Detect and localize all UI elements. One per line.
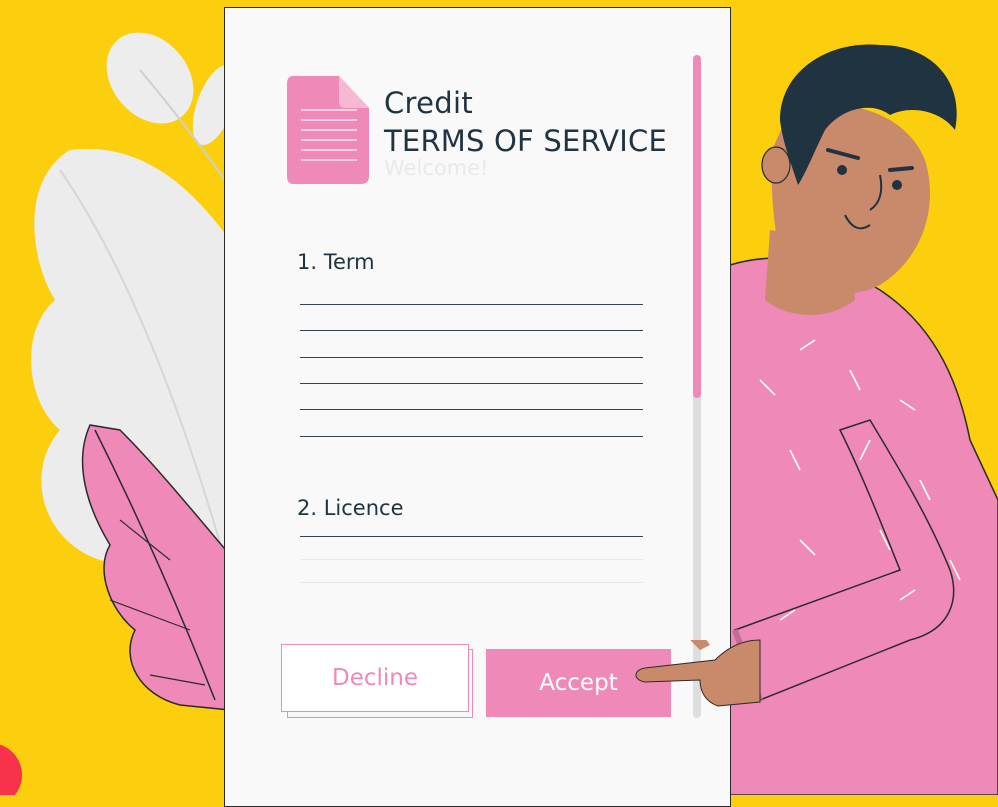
section-heading-licence: 2. Licence: [297, 496, 404, 520]
document-icon: [287, 76, 369, 184]
text-line: [300, 582, 643, 583]
red-blob: [0, 743, 22, 795]
small-white-leaves: [89, 15, 247, 150]
text-line: [300, 536, 643, 537]
text-line: [300, 409, 643, 410]
text-line: [300, 357, 643, 358]
scrollbar-thumb[interactable]: [693, 55, 701, 398]
text-line: [300, 383, 643, 384]
decline-button[interactable]: Decline: [281, 644, 469, 712]
text-line: [300, 304, 643, 305]
dialog-subtitle: Welcome!: [384, 156, 488, 180]
pointing-hand: [630, 640, 770, 710]
text-line: [300, 436, 643, 437]
text-line: [300, 330, 643, 331]
section-heading-term: 1. Term: [297, 250, 375, 274]
text-line: [300, 559, 643, 560]
dialog-title: TERMS OF SERVICE: [384, 124, 667, 158]
app-name: Credit: [384, 86, 473, 120]
